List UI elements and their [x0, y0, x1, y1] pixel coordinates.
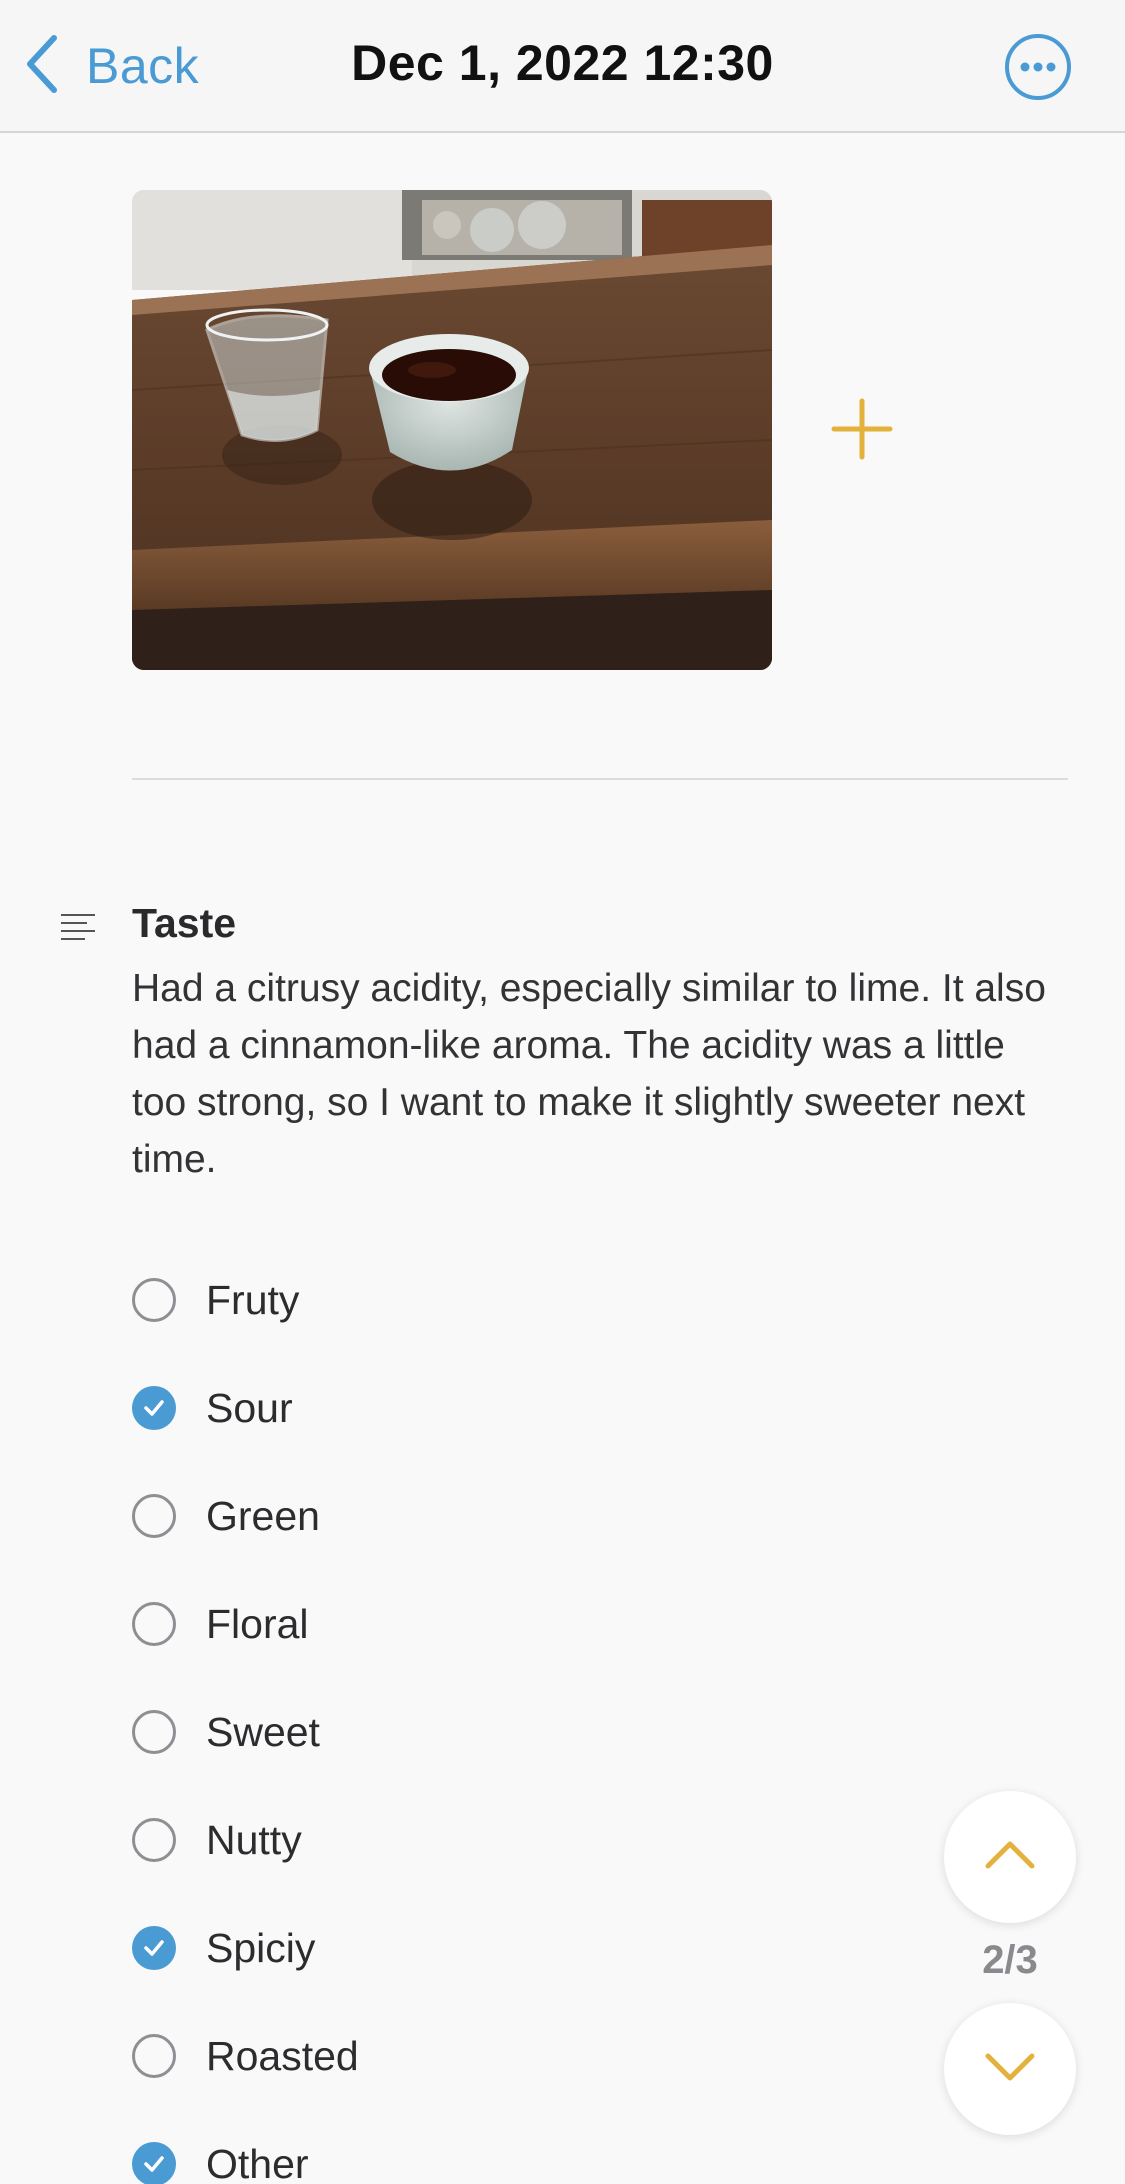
notes-lines-icon	[60, 913, 96, 943]
page-title: Dec 1, 2022 12:30	[351, 35, 774, 91]
taste-note-text[interactable]: Had a citrusy acidity, especially simila…	[132, 960, 1052, 1188]
plus-icon[interactable]	[830, 397, 894, 461]
checkmark-circle-icon	[132, 2142, 176, 2184]
section-title: Taste	[132, 900, 237, 946]
page-up-button[interactable]	[944, 1791, 1076, 1923]
option-label: Green	[206, 1492, 320, 1539]
option-green[interactable]: Green	[132, 1486, 320, 1546]
entry-detail-screen: Back Dec 1, 2022 12:30 Taste Had a citru…	[0, 0, 1125, 2184]
radio-unchecked-icon	[132, 1278, 176, 1322]
option-label: Fruty	[206, 1276, 300, 1323]
navigation-bar: Back Dec 1, 2022 12:30	[0, 0, 1125, 133]
coffee-photo[interactable]	[132, 190, 772, 670]
option-fruty[interactable]: Fruty	[132, 1270, 299, 1330]
option-sweet[interactable]: Sweet	[132, 1702, 320, 1762]
option-label: Sweet	[206, 1708, 320, 1755]
option-other[interactable]: Other	[132, 2134, 309, 2184]
radio-unchecked-icon	[132, 1494, 176, 1538]
page-down-button[interactable]	[944, 2003, 1076, 2135]
option-nutty[interactable]: Nutty	[132, 1810, 302, 1870]
option-label: Spiciy	[206, 1924, 316, 1971]
chevron-down-icon	[984, 2052, 1036, 2087]
checkmark-circle-icon	[132, 1386, 176, 1430]
option-floral[interactable]: Floral	[132, 1594, 309, 1654]
option-label: Sour	[206, 1384, 293, 1431]
option-label: Nutty	[206, 1816, 302, 1863]
ellipsis-circle-icon[interactable]	[1004, 33, 1072, 101]
chevron-up-icon	[984, 1840, 1036, 1875]
option-label: Roasted	[206, 2032, 359, 2079]
option-label: Other	[206, 2140, 309, 2184]
section-divider	[132, 778, 1068, 780]
option-label: Floral	[206, 1600, 309, 1647]
checkmark-circle-icon	[132, 1926, 176, 1970]
radio-unchecked-icon	[132, 1602, 176, 1646]
option-spiciy[interactable]: Spiciy	[132, 1918, 315, 1978]
radio-unchecked-icon	[132, 1818, 176, 1862]
option-sour[interactable]: Sour	[132, 1378, 293, 1438]
radio-unchecked-icon	[132, 2034, 176, 2078]
page-indicator: 2/3	[982, 1938, 1038, 1982]
radio-unchecked-icon	[132, 1710, 176, 1754]
option-roasted[interactable]: Roasted	[132, 2026, 359, 2086]
